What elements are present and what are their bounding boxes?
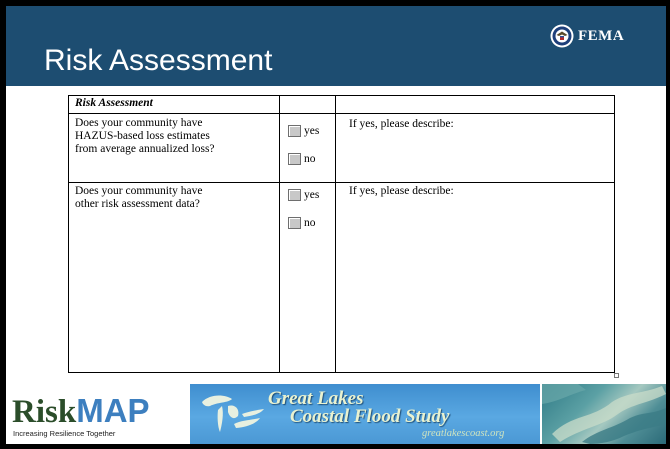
slide-title: Risk Assessment (44, 44, 273, 77)
column-divider (279, 96, 280, 372)
option-label: no (304, 217, 316, 229)
slide-header: Risk Assessment FEMA (6, 6, 666, 86)
row-divider (69, 113, 614, 114)
footer-banner: RiskMAP Increasing Resilience Together G… (6, 384, 666, 444)
lake-photo-graphic (542, 384, 666, 444)
dhs-seal-icon (550, 24, 574, 48)
no-checkbox[interactable] (288, 217, 301, 229)
aerial-lakes-photo (542, 384, 666, 444)
question-hazus: Does your community have HAZUS-based los… (75, 117, 275, 156)
riskmap-logo: RiskMAP (12, 392, 150, 430)
yes-checkbox[interactable] (288, 189, 301, 201)
table-resize-handle[interactable] (614, 373, 619, 378)
hazus-no-option[interactable]: no (288, 153, 316, 165)
question-line: from average annualized loss? (75, 143, 215, 155)
other-data-no-option[interactable]: no (288, 217, 316, 229)
fema-wordmark: FEMA (578, 27, 625, 44)
great-lakes-map-icon (202, 395, 264, 432)
option-label: yes (304, 125, 320, 137)
hazus-yes-option[interactable]: yes (288, 125, 319, 137)
option-label: no (304, 153, 316, 165)
column-divider (335, 96, 336, 372)
option-label: yes (304, 189, 320, 201)
other-data-yes-option[interactable]: yes (288, 189, 319, 201)
riskmap-logo-panel: RiskMAP Increasing Resilience Together (6, 384, 188, 444)
great-lakes-banner: Great Lakes Coastal Flood Study greatlak… (190, 384, 540, 444)
riskmap-tagline: Increasing Resilience Together (13, 429, 116, 438)
question-line: Does your community have (75, 117, 203, 129)
question-line: Does your community have (75, 185, 203, 197)
question-line: other risk assessment data? (75, 198, 200, 210)
section-title: Risk Assessment (75, 97, 153, 109)
describe-field[interactable]: If yes, please describe: (349, 118, 454, 130)
no-checkbox[interactable] (288, 153, 301, 165)
riskmap-risk: Risk (12, 394, 77, 430)
lakes-url[interactable]: greatlakescoast.org (422, 428, 504, 439)
row-divider (69, 182, 614, 183)
riskmap-map: MAP (76, 392, 150, 429)
question-other-data: Does your community have other risk asse… (75, 185, 275, 211)
yes-checkbox[interactable] (288, 125, 301, 137)
lakes-title-line2: Coastal Flood Study (290, 406, 450, 427)
fema-logo: FEMA (550, 23, 624, 49)
describe-field[interactable]: If yes, please describe: (349, 185, 454, 197)
risk-assessment-form: Risk Assessment Does your community have… (68, 95, 615, 373)
question-line: HAZUS-based loss estimates (75, 130, 210, 142)
slide: Risk Assessment FEMA Risk Assessment Doe… (6, 6, 666, 444)
